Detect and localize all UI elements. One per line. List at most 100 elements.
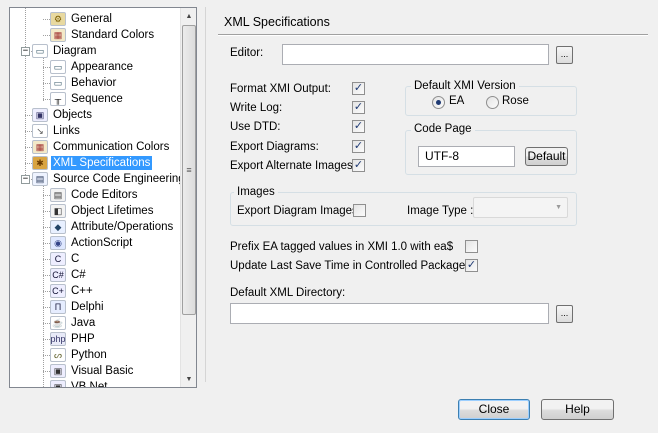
code-page-field[interactable]: UTF-8 (418, 146, 515, 167)
palette-icon: ▦ (50, 28, 66, 42)
image-type-select[interactable]: ▼ (473, 197, 568, 218)
tree-item-label: Appearance (71, 61, 134, 73)
editor-label: Editor: (230, 47, 264, 59)
collapse-icon[interactable]: − (21, 47, 30, 56)
tree-item-vb-net[interactable]: ▣ VB.Net (50, 379, 109, 387)
php-icon: php (50, 332, 66, 346)
xmi-version-rose-radio[interactable] (486, 96, 499, 109)
tree-connector (43, 291, 50, 292)
xmi-version-ea-radio[interactable] (432, 96, 445, 109)
tree-item-code-editors[interactable]: ▤ Code Editors (50, 187, 139, 203)
xmi-option-checkbox[interactable]: ✓ (352, 159, 365, 172)
tree-item-links[interactable]: ↘ Links (32, 123, 82, 139)
scroll-up-icon[interactable]: ▲ (181, 8, 196, 24)
tree-connector (43, 243, 50, 244)
default-xml-directory-label: Default XML Directory: (230, 287, 346, 299)
tree-item-actionscript[interactable]: ◉ ActionScript (50, 235, 134, 251)
python-icon: ᔕ (50, 348, 66, 362)
java-icon: ☕ (50, 316, 66, 330)
tree-item-label: Links (53, 125, 80, 137)
tree-item-diagram[interactable]: ▭ Diagram (32, 43, 98, 59)
tree-item-delphi[interactable]: Π Delphi (50, 299, 106, 315)
tree-connector (43, 227, 50, 228)
default-xml-directory-field[interactable] (230, 303, 549, 324)
vbnet-icon: ▣ (50, 380, 66, 387)
scroll-down-icon[interactable]: ▼ (181, 371, 196, 387)
tree-item-objects[interactable]: ▣ Objects (32, 107, 94, 123)
export-diagram-images-checkbox[interactable] (353, 204, 366, 217)
tree-item-general[interactable]: ⚙ General (50, 11, 114, 27)
tree-connector (43, 83, 50, 84)
tree-connector (43, 371, 50, 372)
tree-item-c[interactable]: CC (50, 251, 81, 267)
tree-item-label: VB.Net (71, 381, 108, 387)
prefix-ea-checkbox[interactable] (465, 240, 478, 253)
tree-item-java[interactable]: ☕ Java (50, 315, 97, 331)
tree-item-xml-specifications[interactable]: ✱ XML Specifications (32, 155, 153, 171)
tree-connector (43, 259, 50, 260)
links-icon: ↘ (32, 124, 48, 138)
tree-item-label: Communication Colors (53, 141, 170, 153)
tree-item-standard-colors[interactable]: ▦ Standard Colors (50, 27, 156, 43)
objects-icon: ▣ (32, 108, 48, 122)
close-button[interactable]: Close (458, 399, 530, 420)
diagram-icon: ▭ (50, 60, 66, 74)
tree-item-label: Code Editors (71, 189, 138, 201)
page-title: XML Specifications (224, 15, 330, 29)
tree-item-c[interactable]: C# C# (50, 267, 88, 283)
tree-connector (25, 8, 26, 179)
tree-connector (25, 163, 32, 164)
export-diagram-images-label: Export Diagram Images: (237, 205, 361, 217)
xmi-option-checkbox[interactable]: ✓ (352, 120, 365, 133)
chevron-down-icon: ▼ (555, 204, 562, 211)
tree-connector (25, 115, 32, 116)
tree-item-communication-colors[interactable]: ▦ Communication Colors (32, 139, 171, 155)
options-tree[interactable]: ⚙ General ▦ Standard Colors − ▭ Diagram ▭ Appear… (9, 7, 197, 388)
tree-connector (25, 131, 32, 132)
editor-icon: ▤ (50, 188, 66, 202)
update-save-time-label: Update Last Save Time in Controlled Pack… (230, 260, 471, 272)
vb-icon: ▣ (50, 364, 66, 378)
tree-connector (43, 211, 50, 212)
tree-item-c[interactable]: C+ C++ (50, 283, 95, 299)
xmi-option-checkbox[interactable]: ✓ (352, 101, 365, 114)
editor-browse-button[interactable]: ... (556, 46, 573, 64)
tree-connector (43, 195, 50, 196)
tree-item-appearance[interactable]: ▭ Appearance (50, 59, 135, 75)
tree-item-visual-basic[interactable]: ▣ Visual Basic (50, 363, 135, 379)
tree-connector (43, 323, 50, 324)
tree-connector (43, 67, 50, 68)
xmi-option-checkbox[interactable]: ✓ (352, 140, 365, 153)
attribute-icon: ◆ (50, 220, 66, 234)
c-icon: C (50, 252, 66, 266)
collapse-icon[interactable]: − (21, 175, 30, 184)
tree-item-php[interactable]: php PHP (50, 331, 97, 347)
xmi-option-label: Format XMI Output: (230, 83, 331, 95)
help-button[interactable]: Help (541, 399, 614, 420)
editor-field[interactable] (282, 44, 549, 65)
scroll-thumb[interactable]: ≡ (182, 25, 196, 315)
tree-item-object-lifetimes[interactable]: ◧ Object Lifetimes (50, 203, 155, 219)
sequence-icon: ╥ (50, 92, 66, 106)
tree-item-attribute-operations[interactable]: ◆ Attribute/Operations (50, 219, 175, 235)
tree-item-label: Diagram (53, 45, 97, 57)
tree-item-sequence[interactable]: ╥ Sequence (50, 91, 125, 107)
directory-browse-button[interactable]: ... (556, 305, 573, 323)
xmi-option-label: Export Diagrams: (230, 141, 319, 153)
lifetime-icon: ◧ (50, 204, 66, 218)
code-page-default-button[interactable]: Default (525, 147, 568, 166)
tree-connector (25, 147, 32, 148)
tree-list: ⚙ General ▦ Standard Colors − ▭ Diagram ▭ Appear… (10, 8, 181, 387)
tree-item-source-code-engineering[interactable]: ▤ Source Code Engineering (32, 171, 181, 187)
update-save-time-checkbox[interactable]: ✓ (465, 259, 478, 272)
xmi-option-checkbox[interactable]: ✓ (352, 82, 365, 95)
tree-item-label: C# (71, 269, 86, 281)
tree-connector (43, 35, 50, 36)
tree-item-label: General (71, 13, 112, 25)
tree-scrollbar[interactable]: ▲ ≡ ▼ (180, 8, 196, 387)
xmi-option-label: Write Log: (230, 102, 283, 114)
tree-item-python[interactable]: ᔕ Python (50, 347, 109, 363)
title-divider (218, 34, 648, 36)
tree-item-behavior[interactable]: ▭ Behavior (50, 75, 118, 91)
tree-connector (43, 19, 50, 20)
